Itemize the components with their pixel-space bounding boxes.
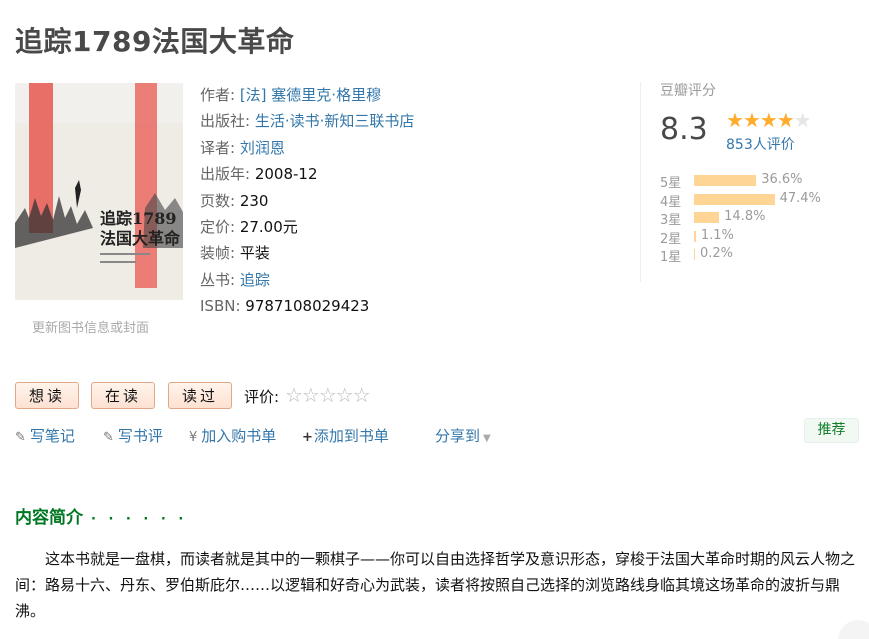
info-value-link[interactable]: 生活·读书·新知三联书店 (255, 112, 415, 130)
book-title: 追踪1789法国大革命 (15, 25, 295, 58)
rating-bar-row: 4星 47.4% (660, 191, 821, 210)
rating-bar-label: 4星 (660, 194, 682, 210)
rating-bar-percent: 14.8% (724, 209, 766, 224)
rating-bar-row: 5星 36.6% (660, 172, 803, 191)
info-value-link[interactable]: 刘润恩 (240, 139, 285, 157)
share-dropdown[interactable]: 分享到 ▼ (435, 425, 491, 446)
update-book-info-link[interactable]: 更新图书信息或封面 (32, 317, 149, 336)
info-row: 译者: 刘润恩 (200, 135, 414, 161)
rating-bar-percent: 1.1% (700, 227, 734, 243)
rating-bar-fill (694, 212, 720, 223)
rating-bar-percent: 0.2% (700, 246, 734, 261)
intro-heading: 内容简介 · · · · · · (15, 508, 188, 528)
info-key: 装帧: (200, 244, 240, 263)
info-row: 丛书: 追踪 (200, 267, 414, 293)
info-value-link[interactable]: 追踪 (240, 271, 270, 289)
rate-label: 评价: (244, 388, 280, 406)
cover-title-line2: 法国大革命 (100, 229, 181, 248)
info-value: 27.00元 (239, 218, 298, 237)
want-to-read-button[interactable]: 想读 (15, 382, 79, 409)
info-row: 装帧: 平装 (200, 240, 414, 266)
rating-label: 豆瓣评分 (660, 83, 716, 99)
info-row: 定价: 27.00元 (200, 214, 414, 240)
info-value: 230 (239, 191, 269, 210)
rating-count-link[interactable]: 853人评价 (726, 134, 795, 154)
write-note-link[interactable]: ✎ 写笔记 (15, 425, 75, 446)
info-key: 定价: (200, 218, 240, 237)
rate-stars-icon[interactable]: ☆☆☆☆☆ (285, 383, 371, 407)
rating-bar-percent: 47.4% (779, 190, 821, 206)
info-key: 作者: (200, 86, 240, 104)
recommend-button[interactable]: 推荐 (804, 418, 859, 443)
rating-bar-label: 3星 (660, 213, 682, 228)
rating-bar-row: 2星 1.1% (660, 228, 734, 247)
rating-stars-icon: ★★★★★ (726, 108, 812, 132)
info-row: 出版社: 生活·读书·新知三联书店 (200, 108, 414, 134)
info-key: 出版社: (200, 112, 255, 131)
info-key: 丛书: (200, 270, 240, 289)
caret-down-icon: ▼ (483, 433, 491, 444)
info-key: ISBN: (200, 297, 246, 316)
book-info: 作者: [法] 塞德里克·格里穆 出版社: 生活·读书·新知三联书店 译者: 刘润恩… (200, 82, 414, 320)
douban-rating: 豆瓣评分 8.3 ★★★★★ 853人评价 (660, 80, 812, 153)
plus-icon: + (302, 430, 313, 445)
info-row: 页数: 230 (200, 188, 414, 214)
rating-bar-percent: 36.6% (761, 172, 803, 187)
info-value: 9787108029423 (245, 297, 370, 316)
rating-score: 8.3 (660, 112, 708, 147)
info-row: 作者: [法] 塞德里克·格里穆 (200, 82, 414, 108)
divider (640, 82, 641, 282)
info-value: 2008-12 (254, 165, 318, 184)
rating-bar-label: 1星 (660, 250, 682, 265)
info-key: 页数: (200, 191, 240, 210)
intro-text: 这本书就是一盘棋，而读者就是其中的一颗棋子——你可以自由选择哲学及意识形态，穿梭… (15, 550, 856, 620)
write-review-link[interactable]: ✎ 写书评 (103, 425, 163, 446)
rating-bar-row: 3星 14.8% (660, 209, 765, 228)
rating-breakdown: 5星 36.6% 4星 47.4% 3星 14.8% 2星 1.1% 1星 0.2% (660, 172, 821, 265)
rating-bar-row: 1星 0.2% (660, 246, 733, 265)
add-to-cart-link[interactable]: ¥ 加入购书单 (189, 425, 276, 446)
pencil-icon: ✎ (15, 430, 26, 445)
rating-bar-fill (694, 230, 696, 242)
info-row: ISBN: 9787108029423 (200, 293, 414, 319)
read-button[interactable]: 读过 (168, 382, 232, 409)
info-key: 译者: (200, 138, 240, 157)
rating-bar-label: 2星 (660, 231, 682, 247)
rating-bar-fill (694, 175, 757, 186)
reading-button[interactable]: 在读 (91, 382, 155, 409)
rating-bar-fill (694, 193, 775, 205)
info-value: 平装 (239, 244, 270, 263)
yen-icon: ¥ (189, 430, 198, 445)
info-key: 出版年: (200, 165, 255, 184)
rating-bar-fill (694, 249, 695, 260)
add-to-booklist-link[interactable]: +添加到书单 (302, 425, 389, 446)
info-row: 出版年: 2008-12 (200, 161, 414, 187)
info-value-link[interactable]: [法] 塞德里克·格里穆 (240, 86, 381, 104)
rating-bar-label: 5星 (660, 176, 682, 191)
book-cover-image[interactable]: 追踪1789 法国大革命 (15, 83, 183, 300)
pencil-icon: ✎ (103, 430, 114, 445)
